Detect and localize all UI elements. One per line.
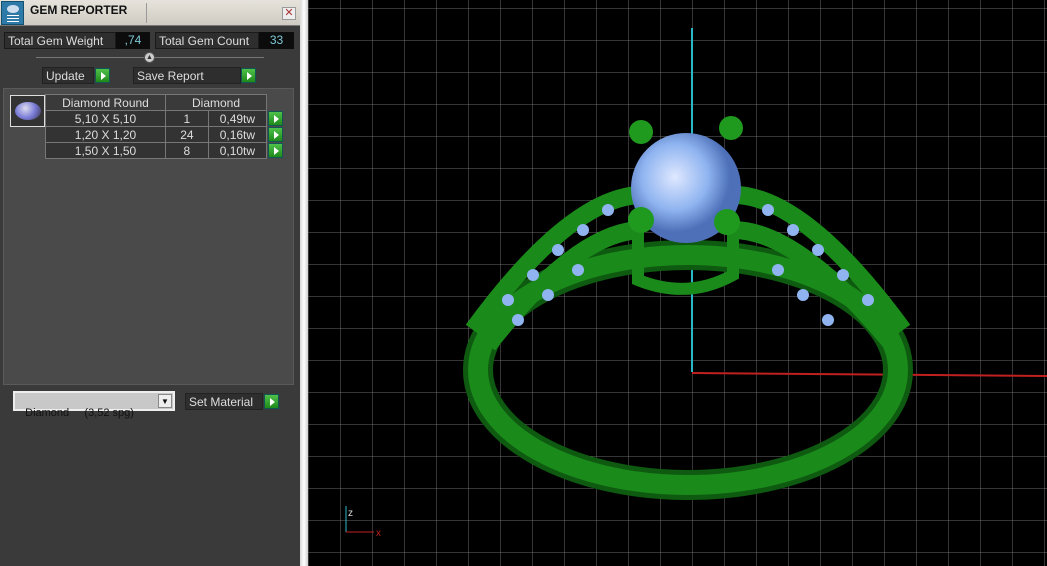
panel-splitter[interactable]	[300, 0, 308, 566]
close-icon[interactable]: ✕	[282, 7, 296, 20]
material-select[interactable]: Diamond (3,52 spg) ▼	[13, 391, 175, 419]
gem-weight: 0,10tw	[207, 142, 268, 159]
window-title: GEM REPORTER	[30, 3, 128, 17]
table-row: 1,20 X 1,20 24 0,16tw	[45, 126, 284, 143]
gizmo-x-label: x	[376, 528, 381, 539]
header-shape: Diamond Round	[45, 94, 166, 111]
update-go-icon[interactable]	[95, 68, 110, 83]
table-row: 5,10 X 5,10 1 0,49tw	[45, 110, 284, 127]
gizmo-z-label: z	[348, 508, 353, 519]
viewport-scene: z x	[308, 0, 1047, 566]
header-material: Diamond	[165, 94, 267, 111]
update-button[interactable]: Update	[42, 67, 94, 84]
total-gem-count-label: Total Gem Count	[155, 32, 259, 49]
gem-size: 5,10 X 5,10	[45, 110, 166, 127]
gem-weight: 0,49tw	[207, 110, 268, 127]
total-gem-weight-label: Total Gem Weight	[4, 32, 116, 49]
3d-viewport[interactable]: z x	[308, 0, 1047, 566]
gem-size: 1,20 X 1,20	[45, 126, 166, 143]
total-gem-count-value: 33	[259, 32, 294, 49]
gem-count: 8	[165, 142, 209, 159]
gem-count: 24	[165, 126, 209, 143]
divider	[146, 3, 147, 23]
diamond-round-thumbnail-icon[interactable]	[10, 95, 45, 127]
material-select-value: Diamond (3,52 spg)	[25, 407, 134, 419]
table-row: 1,50 X 1,50 8 0,10tw	[45, 142, 284, 159]
row-go-icon[interactable]	[268, 110, 283, 126]
gem-reporter-app-icon	[1, 1, 24, 25]
chevron-down-icon[interactable]: ▼	[158, 394, 172, 408]
set-material-button[interactable]: Set Material	[185, 393, 263, 410]
gem-table: Diamond Round Diamond 5,10 X 5,10 1 0,49…	[45, 94, 284, 159]
collapse-toggle[interactable]: ▲	[144, 52, 155, 63]
save-report-button[interactable]: Save Report	[133, 67, 241, 84]
set-material-go-icon[interactable]	[264, 394, 279, 409]
title-bar: GEM REPORTER ✕	[0, 0, 300, 26]
gem-size: 1,50 X 1,50	[45, 142, 166, 159]
gem-weight: 0,16tw	[207, 126, 268, 143]
row-go-icon[interactable]	[268, 126, 283, 142]
save-report-go-icon[interactable]	[241, 68, 256, 83]
row-go-icon[interactable]	[268, 142, 283, 158]
gem-count: 1	[165, 110, 209, 127]
total-gem-weight-value: ,74	[116, 32, 150, 49]
gem-reporter-panel: GEM REPORTER ✕ Total Gem Weight ,74 Tota…	[0, 0, 300, 566]
